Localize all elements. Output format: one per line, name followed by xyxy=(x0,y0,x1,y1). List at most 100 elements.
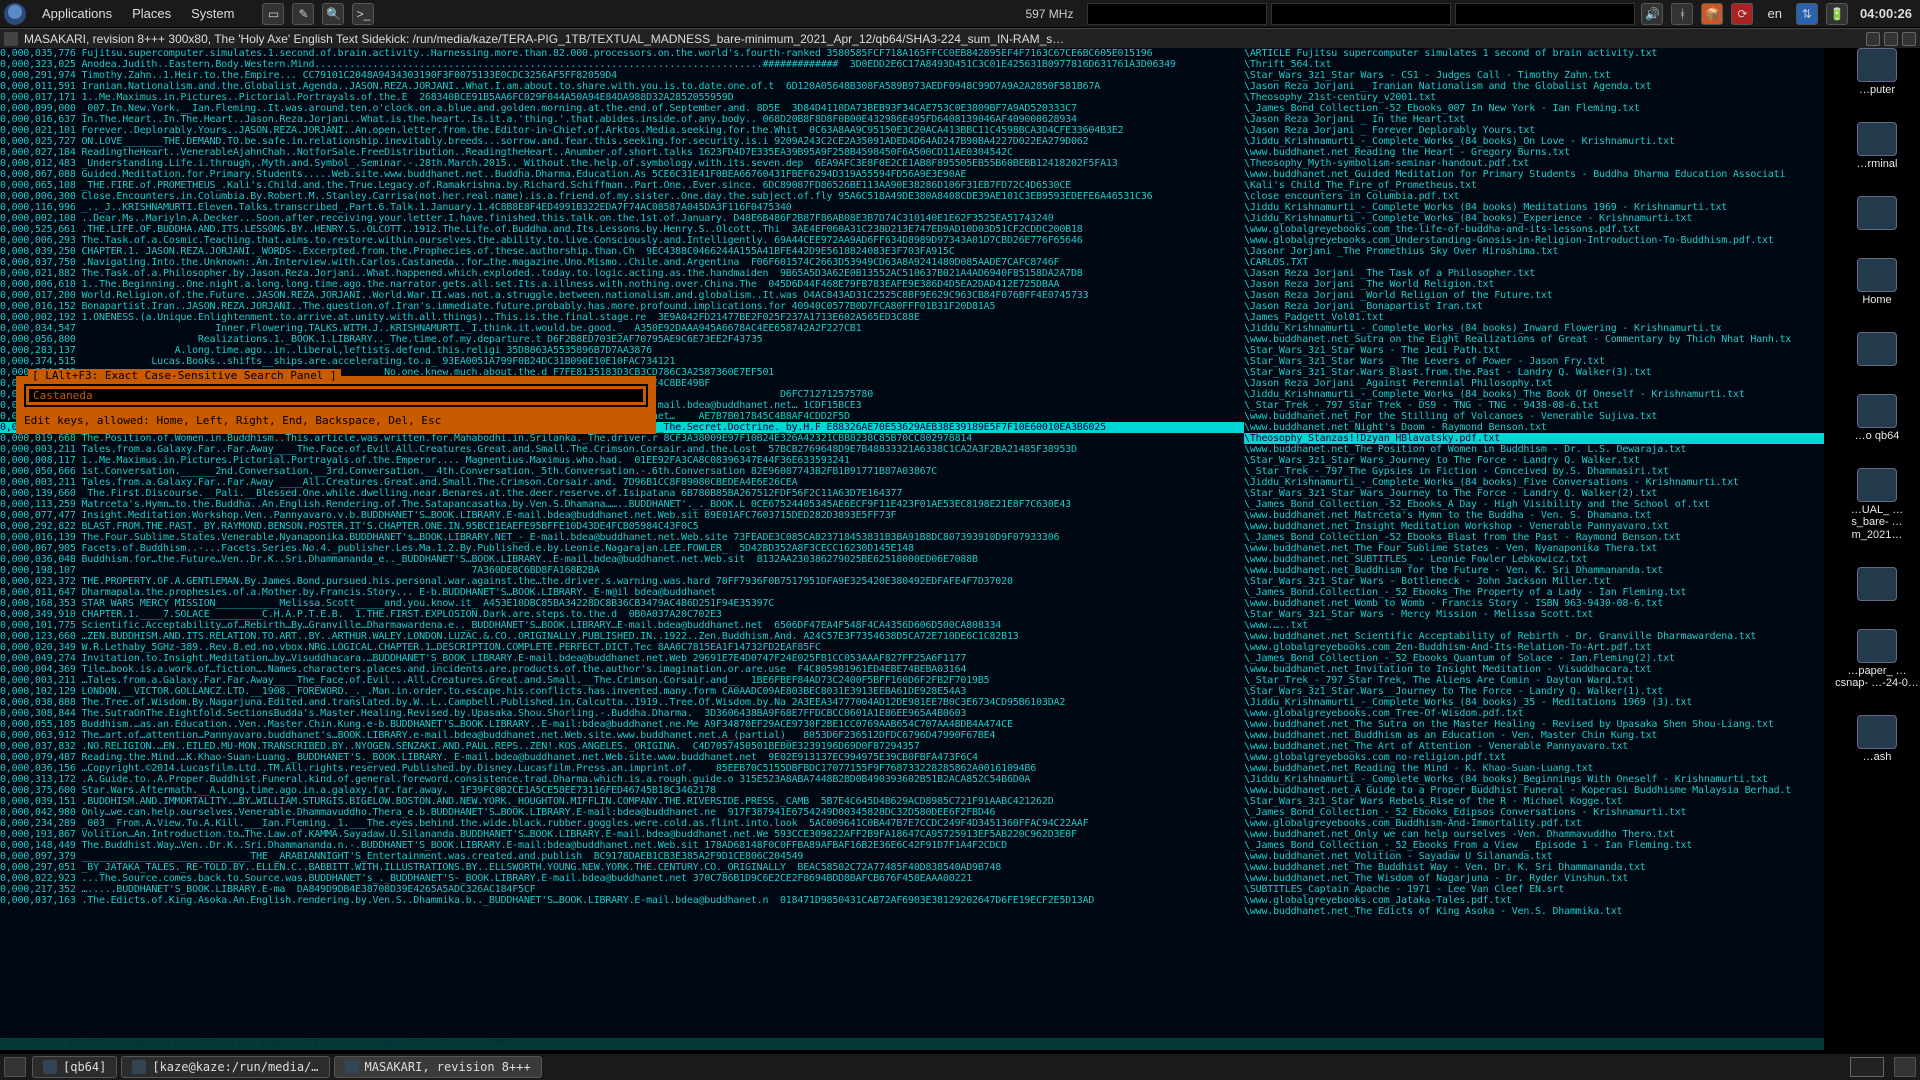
viewer-row: \Star_Wars_3z1_Star Wars_Journey to The … xyxy=(1244,488,1824,499)
desktop-icon[interactable]: …o qb64 xyxy=(1834,394,1920,442)
viewer-row: 0,000,011,647 Dharmapala.the.prophesies.… xyxy=(0,587,1244,598)
viewer-row: \www.buddhanet.net_The Edicts of King As… xyxy=(1244,906,1824,917)
desktop-icon[interactable] xyxy=(1834,196,1920,232)
bluetooth-icon[interactable]: ᚼ xyxy=(1671,3,1693,25)
desktop-icon-label: …UAL_ …s_bare- …m_2021… xyxy=(1834,504,1920,540)
viewer-row: \_James_Bond_Collection_-52_Ebooks_Blast… xyxy=(1244,532,1824,543)
show-desktop-icon[interactable] xyxy=(4,1057,26,1077)
desktop-icon[interactable]: Home xyxy=(1834,258,1920,306)
viewer-row: \www.buddhanet.net_Reading the Heart - G… xyxy=(1244,147,1824,158)
viewer-row: 0,000,101,775 Scientific.Acceptability…o… xyxy=(0,620,1244,631)
viewer-row: 0,000,349,910 CHAPTER.1.____7.SOLACE____… xyxy=(0,609,1244,620)
viewer-row: \www.globalgreyebooks.com_Understanding-… xyxy=(1244,235,1824,246)
desktop-icons: …puter …rminal Home …o qb64 …UAL_ …s_bare- …… xyxy=(1834,48,1920,763)
package-icon[interactable]: 📦 xyxy=(1701,3,1723,25)
search-panel: [ LAlt+F3: Exact Case-Sensitive Search P… xyxy=(16,376,656,434)
viewer-row: 0,000,139,660 _The.First.Discourse.__Pal… xyxy=(0,488,1244,499)
menu-applications[interactable]: Applications xyxy=(32,6,122,21)
viewer-row: 0,000,038,888 The.Tree.of.Wisdom.By.Naga… xyxy=(0,697,1244,708)
close-button[interactable] xyxy=(1902,32,1916,46)
viewer-row: \www.buddhanet.net_The Sutra on the Mast… xyxy=(1244,719,1824,730)
viewer-row: \_James_Bond_Collection_-52_Ebooks_A Day… xyxy=(1244,499,1824,510)
viewer-row: \www.buddhanet.net_The Position of Women… xyxy=(1244,444,1824,455)
desktop-icon[interactable] xyxy=(1834,332,1920,368)
viewer-row: \Star_Wars_3z1_Star Wars Rebels_Rise of … xyxy=(1244,796,1824,807)
terminal-icon xyxy=(132,1060,146,1074)
viewer-row: 0,000,323,025 Anodea.Judith..Eastern.Bod… xyxy=(0,59,1244,70)
viewer-row: \Jiddu_Krishnamurti_-_Complete_Works_(84… xyxy=(1244,477,1824,488)
maximize-button[interactable] xyxy=(1884,32,1898,46)
network-icon[interactable]: ⇅ xyxy=(1796,3,1818,25)
viewer-row: 0,000,525,661 .THE.LIFE.OF.BUDDHA.AND.IT… xyxy=(0,224,1244,235)
menu-system[interactable]: System xyxy=(181,6,244,21)
viewer-row: 0,000,017,171 1..Me.Maximus.in.Pictures.… xyxy=(0,92,1244,103)
viewer-row: 0,000,022,923 ...The.Source.comes.back.t… xyxy=(0,873,1244,884)
launcher-search-icon[interactable]: 🔍 xyxy=(322,3,344,25)
viewer-row: 0,000,003,211 Tales.from.a.Galaxy.Far..F… xyxy=(0,477,1244,488)
desktop-icon[interactable] xyxy=(1834,567,1920,603)
volume-icon[interactable]: 🔊 xyxy=(1641,3,1663,25)
viewer-row: 0,000,077,477 Insight.Meditation.Worksho… xyxy=(0,510,1244,521)
viewer-row: \www.globalgreyebooks.com_Tree-Of-Wisdom… xyxy=(1244,708,1824,719)
viewer-row: \Star_Wars_3z1_Star.Wars_Blast.from.the.… xyxy=(1244,367,1824,378)
folder-icon xyxy=(1857,468,1897,502)
trash-icon[interactable] xyxy=(1894,1057,1916,1077)
folder-icon xyxy=(1857,715,1897,749)
viewer-row: \Theosophy_21st-century_v2001.txt xyxy=(1244,92,1824,103)
viewer-row: \Jiddu_Krishnamurti_-_Complete_Works_(84… xyxy=(1244,213,1824,224)
viewer-row: \Jason Reza Jorjani _The World Religion.… xyxy=(1244,279,1824,290)
viewer-row: \SUBTITLES_Captain Apache - 1971 - Lee V… xyxy=(1244,884,1824,895)
viewer-row: \Jason Reza Jorjani _Against Perennial P… xyxy=(1244,378,1824,389)
viewer-row: 0,000,283,137 A.long.time.ago..in..liber… xyxy=(0,345,1244,356)
battery-icon[interactable]: 🔋 xyxy=(1826,3,1848,25)
viewer-row: 0,000,042,980 Only…we.can.help.ourselves… xyxy=(0,807,1244,818)
desktop-icon[interactable]: …UAL_ …s_bare- …m_2021… xyxy=(1834,468,1920,540)
viewer-row: \_James_Bond_Collection_-_52_Ebooks_From… xyxy=(1244,840,1824,851)
text-viewer[interactable]: 0,000,035,776 Fujitsu.supercomputer.simu… xyxy=(0,48,1824,1050)
folder-icon xyxy=(1857,629,1897,663)
viewer-row: 0,000,037,832 .NO.RELIGION.…EN..EILED.MU… xyxy=(0,741,1244,752)
launcher-terminal-icon[interactable]: >_ xyxy=(352,3,374,25)
minimize-button[interactable] xyxy=(1866,32,1880,46)
viewer-row: \Star_Wars_3z1_Star.Wars__Journey to The… xyxy=(1244,686,1824,697)
menu-places[interactable]: Places xyxy=(122,6,181,21)
viewer-row: \www.globalgreyebooks.com_the-life-of-bu… xyxy=(1244,224,1824,235)
sysmon-graph-1[interactable] xyxy=(1087,3,1267,25)
desktop-icon[interactable]: …paper_ …csnap- …-24-0… xyxy=(1834,629,1920,689)
desktop-icon[interactable]: …ash xyxy=(1834,715,1920,763)
viewer-row: 0,000,035,776 Fujitsu.supercomputer.simu… xyxy=(0,48,1244,59)
task-terminal-kaze[interactable]: [kaze@kaze:/run/media/… xyxy=(121,1056,329,1078)
launcher-editor-icon[interactable]: ✎ xyxy=(292,3,314,25)
task-masakari[interactable]: MASAKARI, revision 8+++ xyxy=(334,1056,542,1078)
status-line: File Size: 678,559; Longest Line: 338; L… xyxy=(0,1038,1824,1050)
viewer-row: 0,000,217,352 ….....BUDDHANET'S_BOOK.LIB… xyxy=(0,884,1244,895)
viewer-row: \www.buddhanet.net_The Wisdom of Nagarju… xyxy=(1244,873,1824,884)
app-icon xyxy=(345,1060,359,1074)
clock[interactable]: 04:00:26 xyxy=(1852,6,1920,21)
viewer-row: \Theosophy_Stanzas!!Dzyan_HBlavatsky.pdf… xyxy=(1244,433,1824,444)
task-qb64[interactable]: [qb64] xyxy=(32,1056,117,1078)
viewer-row: \ARTICLE Fujitsu supercomputer simulates… xyxy=(1244,48,1824,59)
task-label: [kaze@kaze:/run/media/… xyxy=(152,1060,318,1074)
desktop-icon[interactable]: …puter xyxy=(1834,48,1920,96)
keyboard-lang[interactable]: en xyxy=(1757,6,1791,21)
fedora-logo[interactable] xyxy=(4,3,26,25)
updates-icon[interactable]: ⟳ xyxy=(1731,3,1753,25)
launcher-files-icon[interactable]: ▭ xyxy=(262,3,284,25)
viewer-row: \www.buddhanet.net_Invitation to Insight… xyxy=(1244,664,1824,675)
viewer-row: \Jiddu_Krishnamurti_-_Complete_Works_(84… xyxy=(1244,389,1824,400)
viewer-row: \_Star_Trek_-_797_Star Trek - DS9 - TNG … xyxy=(1244,400,1824,411)
sysmon-graph-3[interactable] xyxy=(1455,3,1635,25)
desktop-icon[interactable]: …rminal xyxy=(1834,122,1920,170)
viewer-row: 0,000,148,449 The.Buddhist.Way…Ven..Dr.K… xyxy=(0,840,1244,851)
search-input[interactable]: Castaneda xyxy=(28,388,644,403)
workspace-pager[interactable] xyxy=(1850,1057,1884,1077)
viewer-row: 0,000,006,300 Close.Encounters.in.Columb… xyxy=(0,191,1244,202)
viewer-row: 0,000,004,369 Tile…book.is.a.work.of…fic… xyxy=(0,664,1244,675)
viewer-row: 0,000,037,750 .Navigating.Into.the.Unkno… xyxy=(0,257,1244,268)
viewer-row: 0,000,020,349 W.R.Lethaby_5GHz-389..Rev.… xyxy=(0,642,1244,653)
sysmon-graph-2[interactable] xyxy=(1271,3,1451,25)
viewer-row: 0,000,027,184 ReadingtheHeart..Venerable… xyxy=(0,147,1244,158)
viewer-row: \Jasonr Jorjani _The Promethius Sky Over… xyxy=(1244,246,1824,257)
viewer-row: 0,000,123,660 …ZEN.BUDDHISM.AND.ITS.RELA… xyxy=(0,631,1244,642)
